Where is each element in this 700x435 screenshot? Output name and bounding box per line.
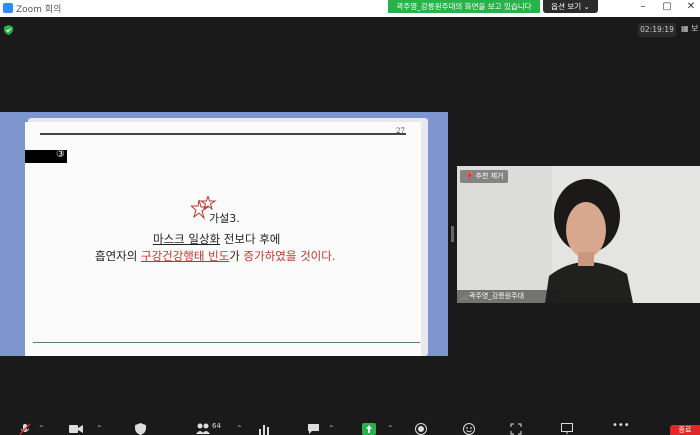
slide-page-number: 27 [396,127,405,135]
slide-footer-rule [33,342,420,343]
view-button[interactable]: ▦ 보 [681,23,698,34]
participants-count: 64 [212,422,221,430]
audio-menu-chevron-icon[interactable]: ⌃ [38,424,45,433]
close-button[interactable]: ✕ [684,1,698,12]
slide-section-box: ③ [25,149,67,163]
slide-section-number: ③ [56,149,65,160]
share-screen-icon[interactable] [362,423,376,435]
hypothesis-line-1: 마스크 일상화 전보다 후에 [153,231,280,247]
window-title: Zoom 회의 [16,5,62,15]
participant-video-image [457,166,700,303]
participants-icon[interactable] [196,423,210,434]
meeting-timer: 02:19:19 [638,23,676,37]
chat-icon[interactable] [307,423,320,435]
record-icon[interactable] [415,423,427,435]
participant-video[interactable]: 📌 추천 제거 곽주영_강릉원주대 [457,166,700,303]
participants-menu-chevron-icon[interactable]: ⌃ [236,424,243,433]
polls-chart-icon[interactable] [258,423,270,435]
hypothesis-line-2-highlight: 구강건강행태 빈도 [140,249,230,263]
participant-name: 곽주영_강릉원주대 [457,290,559,303]
slide-header-rule [40,133,406,135]
view-options-button[interactable]: 옵션 보기 ⌄ [543,0,598,13]
more-options-icon[interactable]: ••• [612,420,630,431]
chat-menu-chevron-icon[interactable]: ⌃ [328,424,335,433]
view-button-label: 보 [691,24,699,33]
share-menu-chevron-icon[interactable]: ⌃ [387,424,394,433]
mute-microphone-icon[interactable] [19,423,31,435]
remove-pin-label: 추천 제거 [475,172,504,180]
reactions-icon[interactable] [463,423,476,435]
maximize-button[interactable]: ▢ [660,1,674,12]
screen-share-banner: 곽주영_강릉원주대의 화면을 보고 있습니다 [388,0,540,13]
hypothesis-line-2-start: 흡연자의 [95,249,141,263]
minimize-button[interactable]: – [636,1,650,12]
hypothesis-label: 가설3. [209,212,240,225]
hypothesis-line-2-middle: 가 [229,249,244,263]
hypothesis-line-2: 흡연자의 구강건강행태 빈도가 증가하였을 것이다. [95,248,335,264]
hypothesis-line-1-rest: 전보다 후에 [220,232,281,246]
video-camera-icon[interactable] [69,423,83,434]
hypothesis-line-1-underlined: 마스크 일상화 [153,232,221,246]
security-icon[interactable] [135,423,146,435]
remove-pin-button[interactable]: 📌 추천 제거 [460,170,508,183]
zoom-app-icon [3,3,13,13]
leave-meeting-button[interactable]: 종료 [670,425,700,435]
apps-icon[interactable] [510,423,522,435]
whiteboard-icon[interactable] [561,423,573,434]
hypothesis-line-2-end: 증가하였을 것이다. [243,249,336,263]
video-menu-chevron-icon[interactable]: ⌃ [96,424,103,433]
split-view-handle[interactable] [451,226,454,242]
meeting-toolbar [0,418,700,435]
security-shield-icon[interactable] [4,25,13,35]
